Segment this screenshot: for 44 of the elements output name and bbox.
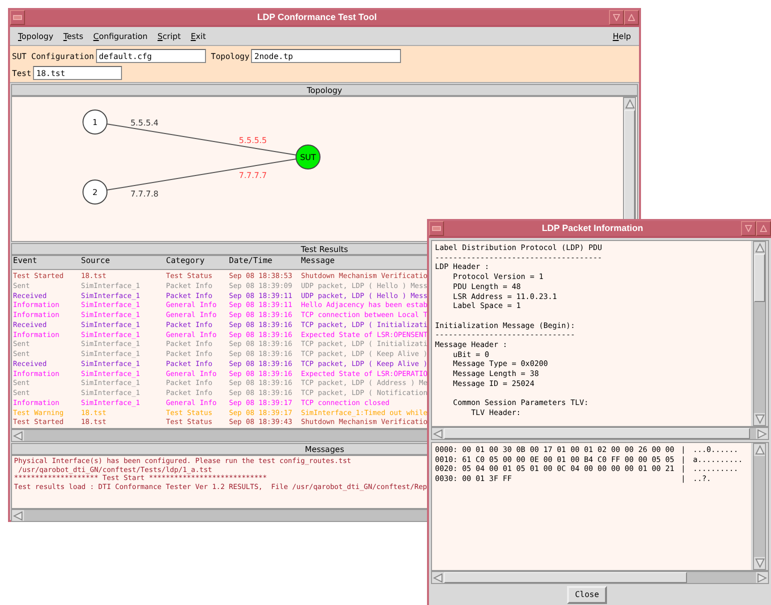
router-node: 1 — [82, 110, 108, 134]
menu-item[interactable]: Script — [154, 30, 185, 42]
menu-item[interactable]: Exit — [186, 30, 210, 42]
column-header[interactable]: Event — [13, 256, 38, 269]
scroll-thumb[interactable] — [754, 254, 765, 302]
scroll-right-icon — [757, 572, 767, 582]
field-label: Test — [12, 68, 32, 78]
section-header: Topology — [11, 84, 638, 96]
minimize-icon — [745, 225, 752, 232]
sut-configuration-field[interactable]: default.cfg — [96, 49, 206, 63]
window-title: LDP Packet Information — [540, 222, 644, 235]
window-menu-icon — [13, 15, 22, 20]
vertical-scrollbar[interactable] — [753, 241, 766, 426]
horizontal-scrollbar[interactable] — [431, 571, 769, 584]
menu-item[interactable]: Tests — [59, 30, 88, 42]
scroll-thumb[interactable] — [444, 428, 750, 439]
test-field[interactable]: 18.tst — [33, 66, 122, 80]
close-button[interactable]: Close — [566, 586, 608, 604]
column-header[interactable]: Source — [81, 256, 110, 269]
menu-item[interactable]: Configuration — [89, 30, 152, 42]
topology-field[interactable]: 2node.tp — [251, 49, 402, 63]
link-address-label: 5.5.5.5 — [238, 136, 267, 145]
menu-item[interactable]: Topology — [14, 30, 58, 42]
column-header[interactable]: Category — [166, 256, 205, 269]
scroll-left-icon — [433, 572, 443, 582]
window-title: LDP Conformance Test Tool — [256, 11, 378, 24]
column-header[interactable]: Date/Time — [229, 256, 272, 269]
router-node: 2 — [82, 180, 108, 204]
minimize-icon — [613, 14, 620, 21]
sut-node: SUT — [296, 144, 320, 170]
link-address-label: 5.5.5.4 — [130, 118, 158, 128]
column-header[interactable]: Message — [301, 256, 335, 269]
help-menu[interactable]: Help — [608, 30, 635, 42]
field-label: SUT Configuration — [12, 52, 94, 60]
link-address-label: 7.7.7.7 — [238, 171, 267, 180]
field-label: Topology — [210, 52, 250, 60]
window-menu-icon — [432, 226, 441, 231]
scroll-right-icon — [757, 428, 767, 438]
maximize-icon — [628, 14, 635, 21]
horizontal-scrollbar[interactable] — [431, 427, 769, 440]
link-address-label: 7.7.7.8 — [130, 190, 158, 199]
scroll-thumb[interactable] — [444, 572, 688, 583]
vertical-scrollbar[interactable] — [753, 443, 766, 570]
maximize-icon — [760, 225, 767, 232]
